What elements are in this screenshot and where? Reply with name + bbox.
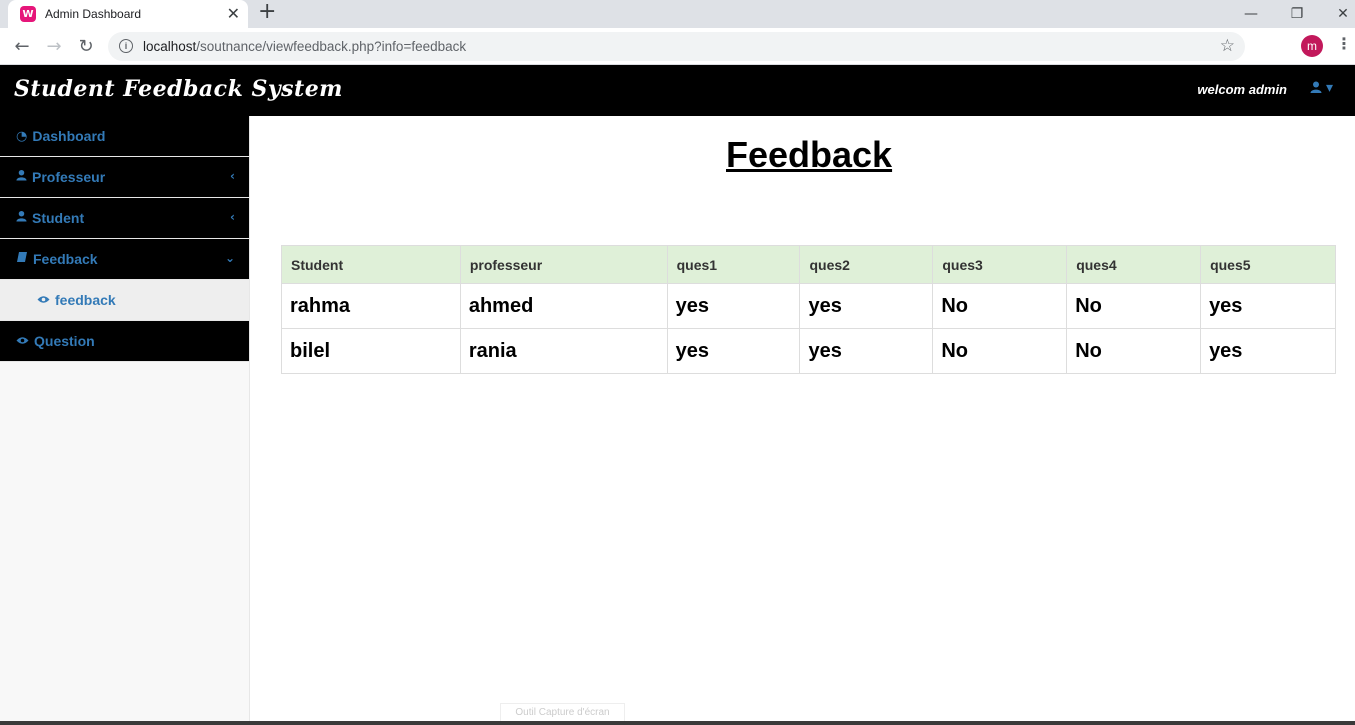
tab-close-icon[interactable]: ✕ — [227, 4, 240, 23]
sidebar-item-label: Student — [32, 210, 85, 226]
back-button[interactable]: ← — [10, 34, 34, 58]
address-toolbar: ← → ↻ i localhost/soutnance/viewfeedback… — [0, 28, 1355, 65]
url-bar[interactable]: i localhost/soutnance/viewfeedback.php?i… — [108, 32, 1245, 61]
browser-menu-icon[interactable]: ⋮ — [1336, 34, 1352, 53]
window-bottom-edge — [0, 721, 1355, 725]
column-header: professeur — [459, 245, 668, 284]
column-header: ques4 — [1066, 245, 1202, 284]
column-header: ques5 — [1200, 245, 1336, 284]
reload-button[interactable]: ↻ — [74, 34, 98, 58]
browser-tab[interactable]: W Admin Dashboard ✕ — [8, 0, 248, 28]
book-icon — [16, 251, 28, 267]
table-cell: yes — [1200, 328, 1336, 374]
column-header: ques3 — [932, 245, 1068, 284]
page-title: Feedback — [726, 134, 893, 175]
table-row: bilel rania yes yes No No yes — [281, 328, 1336, 374]
sidebar-subitem-label: feedback — [55, 292, 116, 308]
restore-button[interactable]: ❐ — [1274, 0, 1320, 28]
column-header: ques2 — [799, 245, 934, 284]
user-icon — [16, 210, 27, 226]
user-icon — [16, 169, 27, 185]
dashboard-icon: ◔ — [16, 128, 28, 144]
table-header-row: Student professeur ques1 ques2 ques3 que… — [281, 245, 1336, 284]
table-cell: yes — [666, 283, 801, 329]
url-host: localhost — [143, 39, 197, 54]
table-cell: No — [932, 283, 1068, 329]
column-header: ques1 — [666, 245, 801, 284]
table-cell: rahma — [281, 283, 461, 329]
sidebar-item-label: Question — [34, 333, 95, 349]
sidebar-item-feedback[interactable]: Feedback ⌄ — [0, 239, 249, 280]
user-dropdown[interactable]: ▾ — [1310, 80, 1333, 96]
feedback-table: Student professeur ques1 ques2 ques3 que… — [281, 245, 1336, 374]
table-cell: rania — [459, 328, 668, 374]
sidebar-item-professeur[interactable]: Professeur ‹ — [0, 157, 249, 198]
sidebar-item-label: Dashboard — [32, 128, 106, 144]
browser-tab-strip: W Admin Dashboard ✕ + — ❐ ✕ — [0, 0, 1355, 28]
eye-icon — [16, 334, 29, 349]
chevron-down-icon: ▾ — [1325, 80, 1333, 96]
table-cell: bilel — [281, 328, 461, 374]
sidebar-item-dashboard[interactable]: ◔ Dashboard — [0, 116, 249, 157]
table-row: rahma ahmed yes yes No No yes — [281, 283, 1336, 329]
sidebar-item-label: Feedback — [33, 251, 98, 267]
url-text[interactable]: localhost/soutnance/viewfeedback.php?inf… — [143, 39, 466, 54]
sidebar-item-label: Professeur — [32, 169, 106, 185]
chevron-left-icon: ‹ — [230, 169, 235, 183]
site-info-icon[interactable]: i — [119, 39, 133, 53]
chevron-down-icon: ⌄ — [224, 251, 235, 265]
new-tab-button[interactable]: + — [258, 0, 276, 28]
sidebar-item-question[interactable]: Question — [0, 321, 249, 362]
forward-button[interactable]: → — [42, 34, 66, 58]
app-navbar: Student Feedback System welcom admin ▾ — [0, 65, 1355, 116]
table-cell: No — [932, 328, 1068, 374]
profile-avatar[interactable]: m — [1301, 35, 1323, 57]
brand-title[interactable]: Student Feedback System — [14, 76, 343, 102]
sidebar: ◔ Dashboard Professeur ‹ Student ‹ Feedb… — [0, 116, 250, 725]
table-cell: yes — [666, 328, 801, 374]
url-path: /soutnance/viewfeedback.php?info=feedbac… — [196, 39, 467, 54]
sidebar-item-student[interactable]: Student ‹ — [0, 198, 249, 239]
chevron-left-icon: ‹ — [230, 210, 235, 224]
minimize-button[interactable]: — — [1228, 0, 1274, 28]
sidebar-subitem-feedback[interactable]: feedback — [0, 280, 249, 321]
table-cell: yes — [1200, 283, 1336, 329]
bookmark-star-icon[interactable]: ☆ — [1220, 36, 1235, 56]
welcome-text: welcom admin — [1197, 82, 1287, 97]
table-cell: yes — [799, 283, 934, 329]
column-header: Student — [281, 245, 461, 284]
window-close-button[interactable]: ✕ — [1320, 0, 1355, 28]
snipping-tool-hint: Outil Capture d'écran — [500, 703, 625, 722]
user-icon — [1310, 81, 1322, 93]
wamp-favicon-icon: W — [20, 6, 36, 22]
tab-title: Admin Dashboard — [45, 7, 142, 21]
eye-icon — [37, 293, 50, 307]
table-cell: No — [1066, 283, 1202, 329]
table-cell: ahmed — [459, 283, 668, 329]
table-cell: yes — [799, 328, 934, 374]
table-cell: No — [1066, 328, 1202, 374]
